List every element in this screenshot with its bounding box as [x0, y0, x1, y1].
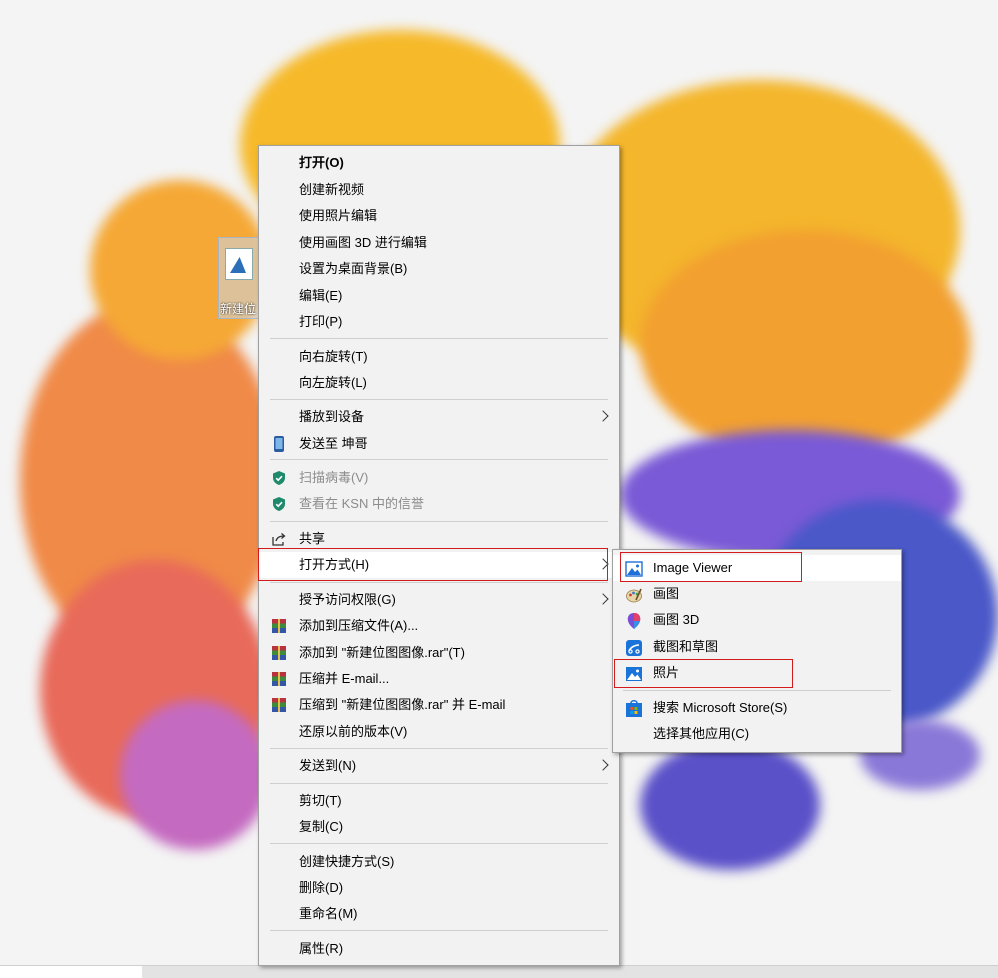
kaspersky-shield-icon	[273, 471, 285, 485]
kaspersky-shield-icon	[273, 497, 285, 511]
menu-item-edit-with-photos[interactable]: 使用照片编辑	[259, 203, 619, 229]
phone-icon	[274, 436, 284, 452]
taskbar	[0, 965, 998, 978]
menu-item-set-desktop-background[interactable]: 设置为桌面背景(B)	[259, 256, 619, 282]
menu-item-share[interactable]: 共享	[259, 526, 619, 552]
menu-separator	[270, 459, 608, 460]
menu-item-delete[interactable]: 删除(D)	[259, 875, 619, 901]
menu-separator	[270, 930, 608, 931]
menu-item-rotate-right[interactable]: 向右旋转(T)	[259, 344, 619, 370]
photos-icon	[626, 667, 642, 681]
submenu-item-search-store[interactable]: 搜索 Microsoft Store(S)	[613, 695, 901, 721]
menu-item-compress-and-email[interactable]: 压缩并 E-mail...	[259, 666, 619, 692]
menu-item-rename[interactable]: 重命名(M)	[259, 901, 619, 927]
context-menu: 打开(O) 创建新视频 使用照片编辑 使用画图 3D 进行编辑 设置为桌面背景(…	[258, 145, 620, 966]
menu-item-edit-with-paint3d[interactable]: 使用画图 3D 进行编辑	[259, 230, 619, 256]
menu-item-scan-virus: 扫描病毒(V)	[259, 465, 619, 491]
menu-item-rotate-left[interactable]: 向左旋转(L)	[259, 370, 619, 396]
menu-item-copy[interactable]: 复制(C)	[259, 814, 619, 840]
menu-separator	[270, 521, 608, 522]
submenu-item-image-viewer[interactable]: Image Viewer	[613, 555, 901, 581]
menu-item-add-to-rar[interactable]: 添加到 "新建位图图像.rar"(T)	[259, 640, 619, 666]
menu-item-open[interactable]: 打开(O)	[259, 150, 619, 176]
menu-item-send-to-phone[interactable]: 发送至 坤哥	[259, 431, 619, 457]
winrar-icon	[272, 619, 286, 633]
menu-separator	[623, 690, 891, 691]
menu-item-cut[interactable]: 剪切(T)	[259, 788, 619, 814]
open-with-submenu: Image Viewer 画图 画图 3D 截图和草图 照片 搜索 Micros…	[612, 549, 902, 753]
menu-item-give-access[interactable]: 授予访问权限(G)	[259, 587, 619, 613]
winrar-icon	[272, 646, 286, 660]
submenu-item-paint[interactable]: 画图	[613, 581, 901, 607]
paint-3d-icon	[627, 613, 641, 629]
menu-item-print[interactable]: 打印(P)	[259, 309, 619, 335]
menu-separator	[270, 748, 608, 749]
menu-separator	[270, 338, 608, 339]
share-icon	[272, 533, 286, 546]
menu-item-edit[interactable]: 编辑(E)	[259, 283, 619, 309]
paint-icon	[626, 588, 642, 603]
winrar-icon	[272, 672, 286, 686]
menu-separator	[270, 399, 608, 400]
store-icon	[626, 700, 642, 717]
bitmap-file-icon	[225, 248, 253, 280]
winrar-icon	[272, 698, 286, 712]
submenu-item-choose-another-app[interactable]: 选择其他应用(C)	[613, 721, 901, 747]
submenu-item-paint-3d[interactable]: 画图 3D	[613, 607, 901, 633]
menu-item-restore-previous-versions[interactable]: 还原以前的版本(V)	[259, 719, 619, 745]
chevron-right-icon	[597, 410, 609, 422]
menu-item-send-to[interactable]: 发送到(N)	[259, 753, 619, 779]
menu-item-ksn-reputation: 查看在 KSN 中的信誉	[259, 491, 619, 517]
submenu-item-photos[interactable]: 照片	[613, 660, 901, 686]
menu-item-compress-to-rar-and-email[interactable]: 压缩到 "新建位图图像.rar" 并 E-mail	[259, 692, 619, 718]
chevron-right-icon	[597, 759, 609, 771]
submenu-item-snip-sketch[interactable]: 截图和草图	[613, 634, 901, 660]
image-viewer-icon	[625, 561, 643, 577]
menu-separator	[270, 783, 608, 784]
desktop-file-label: 新建位	[220, 302, 257, 316]
chevron-right-icon	[597, 558, 609, 570]
menu-separator	[270, 843, 608, 844]
menu-item-cast-to-device[interactable]: 播放到设备	[259, 404, 619, 430]
menu-separator	[270, 582, 608, 583]
menu-item-add-to-archive[interactable]: 添加到压缩文件(A)...	[259, 613, 619, 639]
menu-item-open-with[interactable]: 打开方式(H)	[259, 552, 619, 578]
menu-item-create-shortcut[interactable]: 创建快捷方式(S)	[259, 849, 619, 875]
snip-sketch-icon	[626, 640, 642, 656]
chevron-right-icon	[597, 593, 609, 605]
menu-item-create-video[interactable]: 创建新视频	[259, 177, 619, 203]
menu-item-properties[interactable]: 属性(R)	[259, 936, 619, 962]
